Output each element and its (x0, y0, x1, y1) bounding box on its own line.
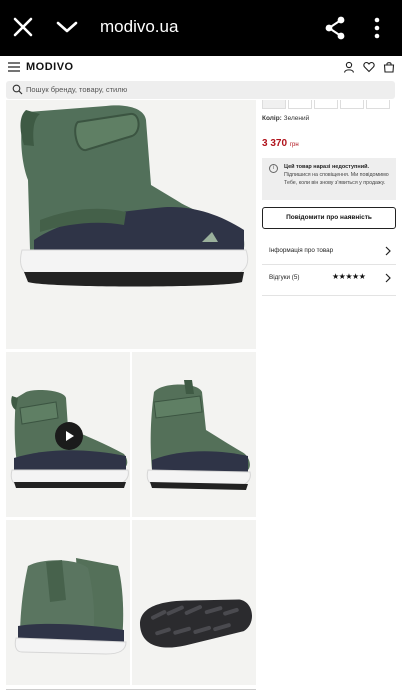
size-swatches (262, 100, 396, 110)
more-options-icon[interactable] (372, 16, 382, 40)
chevron-down-icon[interactable] (56, 18, 78, 36)
product-image-5[interactable] (132, 520, 256, 685)
boot-angle-image (146, 380, 251, 490)
color-value: Зелений (283, 115, 310, 122)
browser-toolbar: modivo.ua (0, 0, 402, 56)
product-image-video[interactable] (6, 352, 130, 517)
price-value: 3 370 (262, 138, 288, 149)
color-label: Колір: (262, 115, 282, 122)
product-info-link[interactable]: Інформація про товар (262, 241, 396, 263)
product-image-main[interactable] (6, 100, 256, 349)
search-icon (12, 84, 23, 95)
color-line: Колір: Зелений (262, 115, 309, 122)
chevron-right-icon (385, 273, 391, 283)
chevron-right-icon (385, 246, 391, 256)
product-info-label: Інформація про товар (269, 247, 334, 254)
product-image-3[interactable] (132, 352, 256, 517)
size-option[interactable] (340, 100, 364, 109)
divider (262, 295, 396, 296)
product-price: 3 370 грн (262, 138, 299, 149)
size-option[interactable] (366, 100, 390, 109)
site-logo[interactable]: MODIVO (26, 61, 74, 73)
size-option[interactable] (262, 100, 286, 109)
share-icon[interactable] (324, 16, 346, 40)
info-icon: i (269, 164, 278, 173)
boot-back-image (14, 558, 127, 655)
unavailable-notice: i Цей товар наразі недоступний. Підпишис… (262, 158, 396, 200)
notice-title: Цей товар наразі недоступний. (284, 164, 369, 170)
play-video-button[interactable] (55, 422, 83, 450)
product-image-6[interactable] (6, 689, 256, 699)
product-image-4[interactable] (6, 520, 130, 685)
product-gallery (6, 100, 256, 699)
size-option[interactable] (314, 100, 338, 109)
page-url[interactable]: modivo.ua (100, 17, 178, 37)
search-input[interactable]: Пошук бренду, товару, стилю (26, 85, 127, 94)
reviews-link[interactable]: Відгуки (5) ★★★★★ (262, 268, 396, 290)
notice-text: Підпишися на сповіщення. Ми повідомимо Т… (284, 172, 389, 186)
heart-icon[interactable] (363, 61, 375, 73)
cart-icon[interactable] (383, 61, 395, 73)
search-bar[interactable]: Пошук бренду, товару, стилю (6, 81, 395, 99)
notify-availability-button[interactable]: Повідомити про наявність (262, 207, 396, 229)
rating-stars: ★★★★★ (332, 272, 366, 281)
reviews-label: Відгуки (5) (269, 274, 300, 281)
price-currency: грн (289, 142, 299, 148)
site-header: MODIVO (0, 56, 402, 80)
size-option[interactable] (288, 100, 312, 109)
boot-sole-image (140, 599, 252, 648)
close-icon[interactable] (12, 16, 34, 38)
divider (262, 264, 396, 265)
user-icon[interactable] (343, 61, 355, 73)
boot-side-image (20, 105, 249, 287)
menu-icon[interactable] (8, 62, 20, 72)
